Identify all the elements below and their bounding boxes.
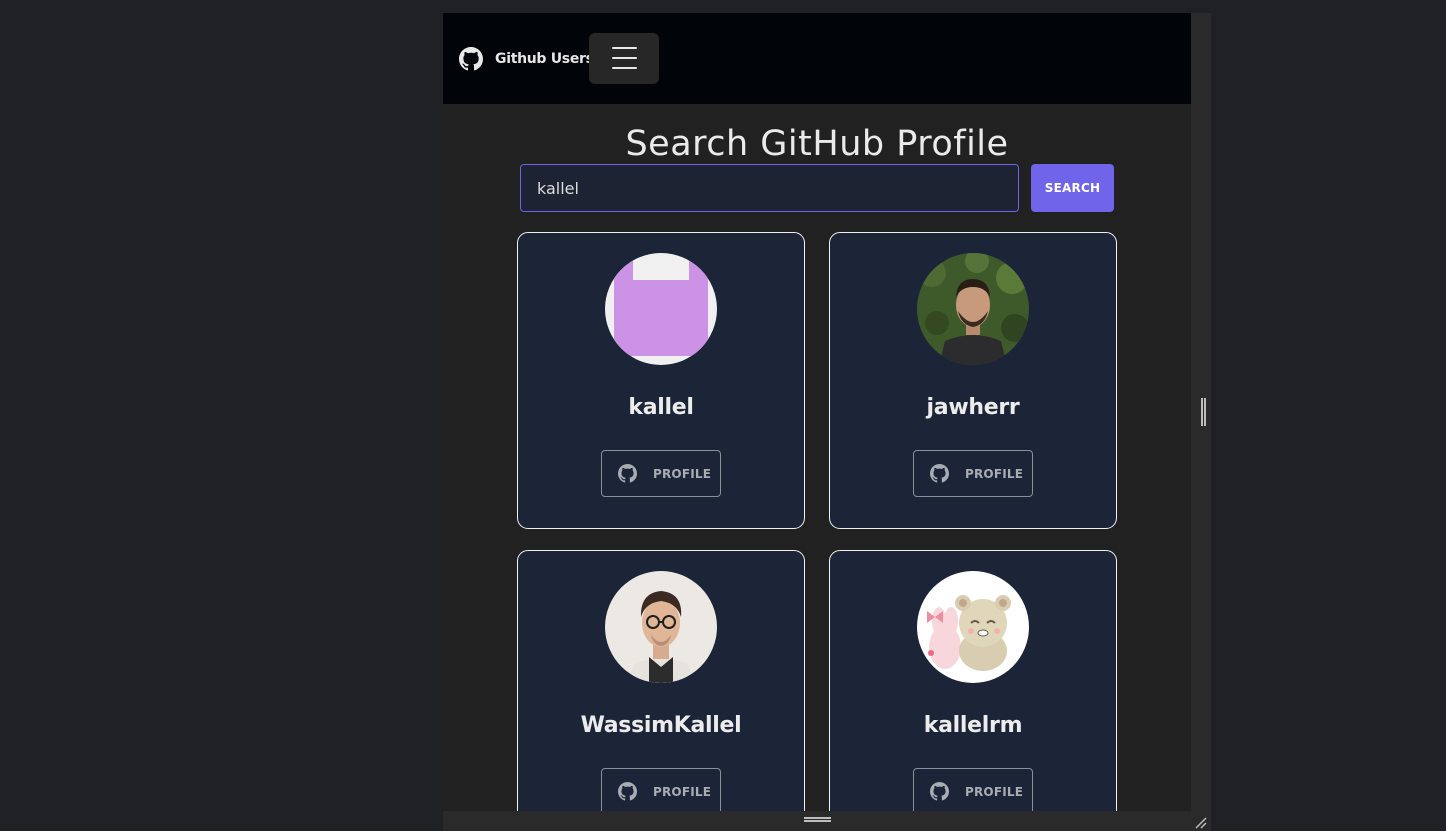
user-card: kallel PROFILE [517,232,805,529]
browser-viewport: Github Users Search GitHub Profile SEARC… [443,13,1211,831]
navbar: Github Users [443,13,1191,104]
profile-button[interactable]: PROFILE [601,450,721,497]
user-photo-avatar [917,253,1029,365]
username: kallelrm [923,713,1023,738]
profile-button[interactable]: PROFILE [601,768,721,811]
username: kallel [628,395,694,420]
user-card: jawherr PROFILE [829,232,1117,529]
profile-label: PROFILE [653,784,712,799]
profile-label: PROFILE [653,466,712,481]
profile-label: PROFILE [965,466,1024,481]
user-photo-avatar [605,571,717,683]
cartoon-avatar [917,571,1029,683]
search-button[interactable]: SEARCH [1031,164,1114,212]
bottom-resize-handle[interactable] [804,817,831,822]
github-icon [618,464,637,483]
menu-toggle-button[interactable] [589,33,659,84]
brand-link[interactable]: Github Users [459,47,594,71]
side-resize-handle[interactable] [1201,398,1206,426]
identicon-avatar [605,253,717,365]
profile-button[interactable]: PROFILE [913,768,1033,811]
bottom-resize-bar[interactable] [443,811,1211,831]
github-icon [618,782,637,801]
profile-label: PROFILE [965,784,1024,799]
brand-text: Github Users [495,51,594,67]
github-icon [459,47,483,71]
user-card: kallelrm PROFILE [829,550,1117,811]
resize-grip-icon[interactable] [1195,817,1207,829]
avatar [917,253,1029,365]
avatar [605,571,717,683]
github-icon [930,464,949,483]
page-title: Search GitHub Profile [625,124,1009,165]
user-card: WassimKallel PROFILE [517,550,805,811]
github-icon [930,782,949,801]
username: jawherr [926,395,1020,420]
avatar [605,253,717,365]
search-input[interactable] [520,164,1019,212]
avatar [917,571,1029,683]
page: Github Users Search GitHub Profile SEARC… [443,13,1191,811]
hamburger-menu-icon [612,47,637,49]
profile-button[interactable]: PROFILE [913,450,1033,497]
username: WassimKallel [580,713,742,738]
